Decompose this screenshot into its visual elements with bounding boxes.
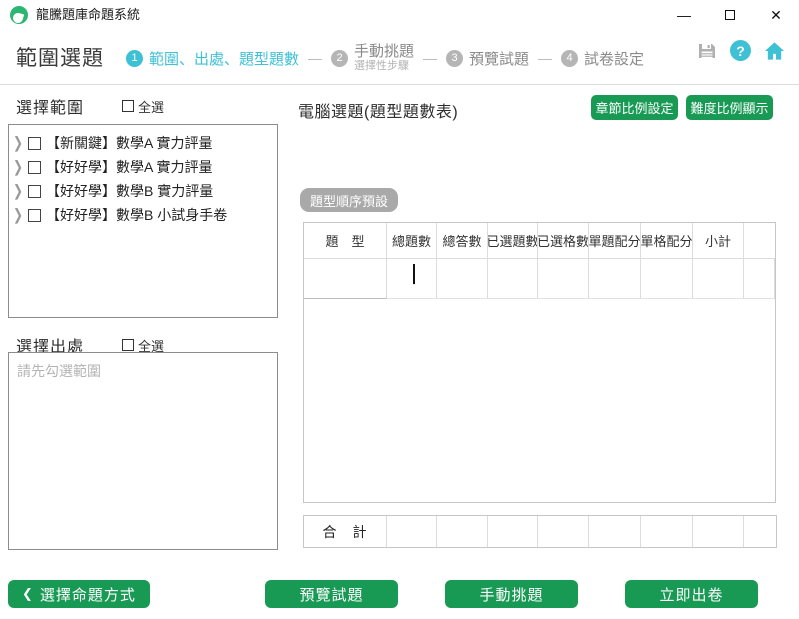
col-header-points-per-blank: 單格配分 — [641, 223, 693, 259]
range-tree-item[interactable]: ❯ 【好好學】數學A 實力評量 — [13, 155, 277, 179]
cell-selected-questions[interactable] — [488, 259, 538, 299]
range-tree-item[interactable]: ❯ 【新關鍵】數學A 實力評量 — [13, 131, 277, 155]
expand-chevron-icon[interactable]: ❯ — [13, 182, 23, 200]
source-select-all-checkbox[interactable] — [122, 339, 134, 351]
home-icon[interactable] — [764, 40, 785, 61]
range-item-checkbox[interactable] — [28, 161, 41, 174]
minimize-icon[interactable]: — — [661, 0, 707, 30]
step-separator: — — [421, 50, 439, 66]
wizard-steps: 1 範圍、出處、題型題數 — 2 手動挑題 選擇性步驟 — 3 預覽試題 — 4… — [126, 38, 644, 78]
source-placeholder: 請先勾選範圍 — [17, 361, 269, 381]
cell-points-per-blank[interactable] — [641, 259, 693, 299]
total-cell — [744, 516, 776, 547]
col-header-total-questions: 總題數 — [387, 223, 437, 259]
total-row: 合 計 — [304, 516, 776, 547]
page-title: 範圍選題 — [16, 42, 104, 72]
range-section-header: 選擇範圍 全選 — [16, 94, 278, 118]
col-header-blank — [744, 223, 775, 259]
range-select-all[interactable]: 全選 — [122, 97, 164, 116]
save-icon[interactable] — [696, 40, 717, 61]
range-item-checkbox[interactable] — [28, 137, 41, 150]
table-data-row — [304, 259, 775, 299]
maximize-icon[interactable] — [707, 0, 753, 30]
total-cell — [488, 516, 538, 547]
range-item-label[interactable]: 【新關鍵】數學A 實力評量 — [46, 133, 212, 153]
preview-questions-button[interactable]: 預覽試題 — [265, 580, 398, 608]
step-3-label: 預覽試題 — [469, 48, 529, 69]
col-header-selected-questions: 已選題數 — [488, 223, 538, 259]
question-type-order-preset-button[interactable]: 題型順序預設 — [300, 188, 398, 212]
range-item-label[interactable]: 【好好學】數學B 實力評量 — [46, 181, 213, 201]
back-button-label: 選擇命題方式 — [40, 584, 136, 605]
range-section-title: 選擇範圍 — [16, 94, 84, 118]
cell-total-questions[interactable] — [387, 259, 437, 299]
cell-question-type[interactable] — [304, 259, 387, 299]
range-tree-item[interactable]: ❯ 【好好學】數學B 實力評量 — [13, 179, 277, 203]
step-1-number-icon: 1 — [126, 50, 143, 67]
col-header-selected-blanks: 已選格數 — [538, 223, 589, 259]
cell-points-per-question[interactable] — [589, 259, 641, 299]
total-cell — [538, 516, 589, 547]
col-header-subtotal: 小計 — [693, 223, 744, 259]
range-item-checkbox[interactable] — [28, 185, 41, 198]
manual-pick-button[interactable]: 手動挑題 — [445, 580, 578, 608]
step-3-preview[interactable]: 3 預覽試題 — [446, 48, 529, 69]
titlebar: 龍騰題庫命題系統 — ✕ — [0, 0, 799, 30]
step-2-manual-pick[interactable]: 2 手動挑題 選擇性步驟 — [331, 44, 414, 73]
window-controls: — ✕ — [661, 0, 799, 30]
step-3-number-icon: 3 — [446, 50, 463, 67]
header-icons: ? — [696, 40, 785, 61]
question-type-table: 題 型 總題數 總答數 已選題數 已選格數 單題配分 單格配分 小計 — [303, 222, 776, 503]
total-cell — [693, 516, 744, 547]
cell-blank[interactable] — [744, 259, 775, 299]
step-2-sublabel: 選擇性步驟 — [354, 60, 414, 72]
chapter-ratio-button[interactable]: 章節比例設定 — [591, 95, 678, 120]
help-icon[interactable]: ? — [730, 40, 751, 61]
app-logo-icon — [10, 6, 28, 24]
step-separator: — — [536, 50, 554, 66]
total-cell — [641, 516, 693, 547]
step-4-number-icon: 4 — [561, 50, 578, 67]
step-4-paper-settings[interactable]: 4 試卷設定 — [561, 48, 644, 69]
wizard-header: 範圍選題 1 範圍、出處、題型題數 — 2 手動挑題 選擇性步驟 — 3 預覽試… — [0, 30, 799, 85]
range-item-label[interactable]: 【好好學】數學B 小試身手卷 — [46, 205, 227, 225]
step-2-number-icon: 2 — [331, 50, 348, 67]
difficulty-ratio-button[interactable]: 難度比例顯示 — [686, 95, 773, 120]
range-select-all-checkbox[interactable] — [122, 100, 134, 112]
table-header-row: 題 型 總題數 總答數 已選題數 已選格數 單題配分 單格配分 小計 — [304, 223, 775, 259]
back-to-method-button[interactable]: ❮ 選擇命題方式 — [8, 580, 150, 608]
generate-paper-button[interactable]: 立即出卷 — [625, 580, 758, 608]
text-cursor — [413, 264, 415, 285]
col-header-points-per-question: 單題配分 — [589, 223, 641, 259]
expand-chevron-icon[interactable]: ❯ — [13, 206, 23, 224]
total-row-table: 合 計 — [303, 515, 777, 548]
window-title: 龍騰題庫命題系統 — [36, 0, 140, 30]
step-1-range[interactable]: 1 範圍、出處、題型題數 — [126, 48, 299, 69]
range-tree-item[interactable]: ❯ 【好好學】數學B 小試身手卷 — [13, 203, 277, 227]
total-label: 合 計 — [304, 516, 387, 547]
range-select-all-label: 全選 — [138, 97, 164, 116]
main-panel-title: 電腦選題(題型題數表) — [298, 98, 458, 122]
expand-chevron-icon[interactable]: ❯ — [13, 158, 23, 176]
col-header-question-type: 題 型 — [304, 223, 387, 259]
close-icon[interactable]: ✕ — [753, 0, 799, 30]
total-cell — [387, 516, 437, 547]
cell-selected-blanks[interactable] — [538, 259, 589, 299]
chevron-left-icon: ❮ — [22, 586, 34, 602]
step-4-label: 試卷設定 — [584, 48, 644, 69]
col-header-total-answers: 總答數 — [437, 223, 488, 259]
range-item-label[interactable]: 【好好學】數學A 實力評量 — [46, 157, 212, 177]
source-list: 請先勾選範圍 — [8, 352, 278, 550]
total-cell — [589, 516, 641, 547]
step-2-label: 手動挑題 — [354, 44, 414, 61]
total-cell — [437, 516, 488, 547]
cell-subtotal[interactable] — [693, 259, 744, 299]
cell-total-answers[interactable] — [437, 259, 488, 299]
range-tree: ❯ 【新關鍵】數學A 實力評量 ❯ 【好好學】數學A 實力評量 ❯ 【好好學】數… — [8, 124, 278, 318]
step-separator: — — [306, 50, 324, 66]
expand-chevron-icon[interactable]: ❯ — [13, 134, 23, 152]
step-1-label: 範圍、出處、題型題數 — [149, 48, 299, 69]
range-item-checkbox[interactable] — [28, 209, 41, 222]
